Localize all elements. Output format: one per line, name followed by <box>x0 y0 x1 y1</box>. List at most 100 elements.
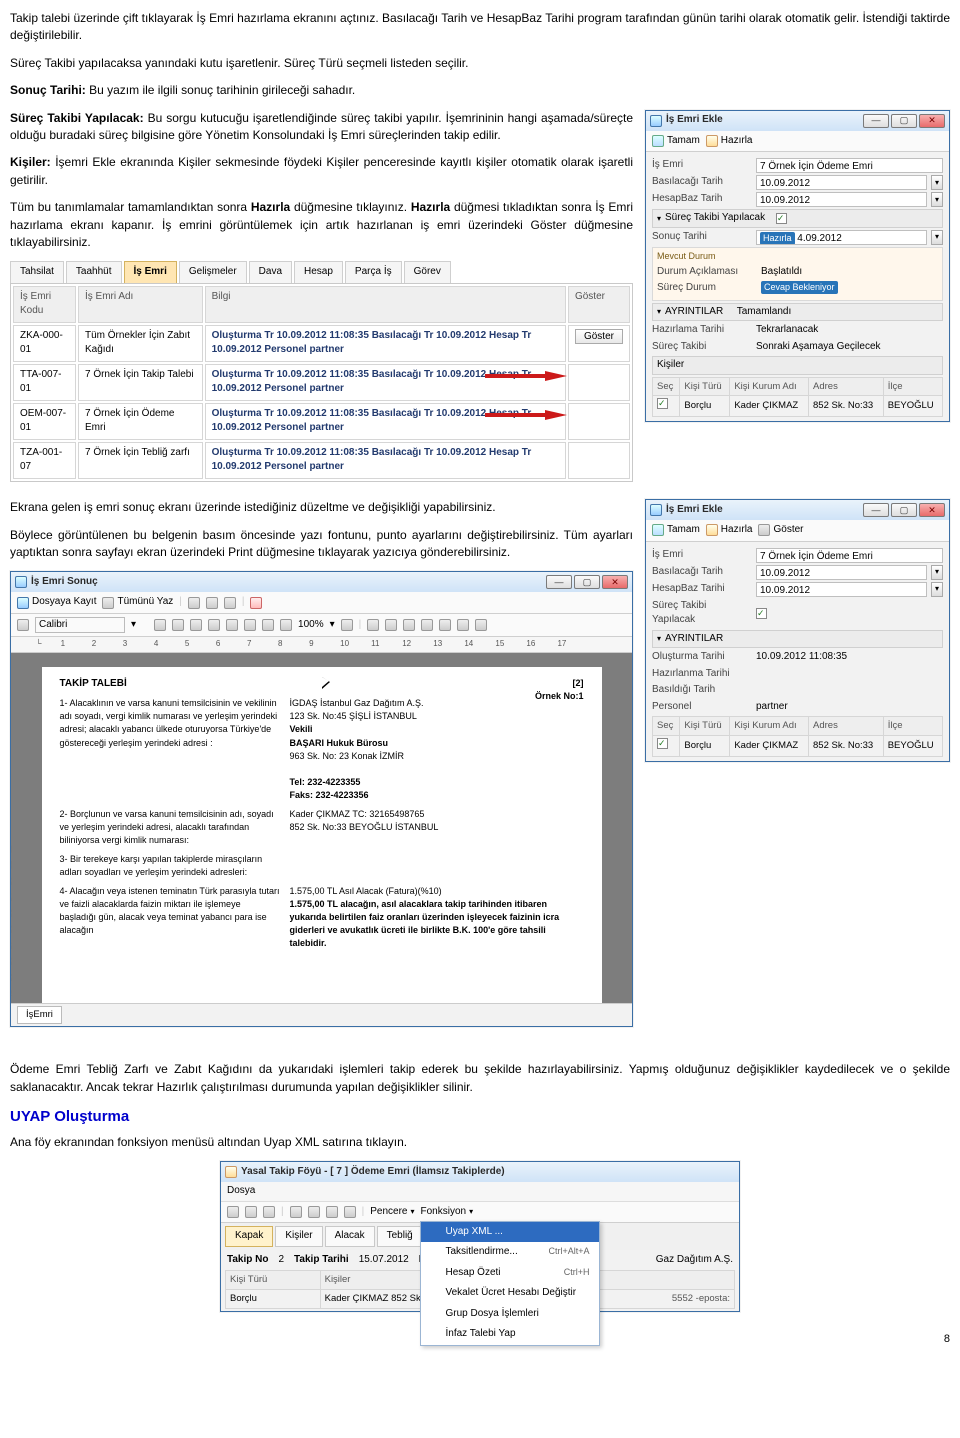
col-bilgi[interactable]: Bilgi <box>205 286 566 323</box>
table-row[interactable]: ZKA-000-01 Tüm Örnekler İçin Zabıt Kağıd… <box>13 325 630 362</box>
toolbar-icon[interactable] <box>206 597 218 609</box>
toolbar-icon[interactable] <box>227 1206 239 1218</box>
menu-item-grup[interactable]: Grup Dosya İşlemleri <box>421 1304 599 1325</box>
tamam-button[interactable]: Tamam <box>652 523 700 538</box>
tab-gelismeler[interactable]: Gelişmeler <box>179 261 247 283</box>
tab-gorev[interactable]: Görev <box>404 261 451 283</box>
menu-item-vekalet[interactable]: Vekalet Ücret Hesabı Değiştir <box>421 1283 599 1304</box>
col-kisituru[interactable]: Kişi Türü <box>680 717 730 736</box>
field-basilacagi[interactable]: 10.09.2012 <box>756 565 927 580</box>
menu-item-uyapxml[interactable]: Uyap XML ... <box>421 1222 599 1243</box>
toolbar-icon[interactable] <box>439 619 451 631</box>
trash-icon[interactable] <box>475 619 487 631</box>
toolbar-icon[interactable] <box>457 619 469 631</box>
align-right-icon[interactable] <box>244 619 256 631</box>
date-dropdown-icon[interactable]: ▾ <box>931 192 943 207</box>
toolbar-icon[interactable] <box>188 597 200 609</box>
row-checkbox[interactable] <box>657 398 668 409</box>
close-button[interactable]: ✕ <box>919 114 945 128</box>
tamam-button[interactable]: Tamam <box>652 134 700 149</box>
tab-hesap[interactable]: Hesap <box>294 261 343 283</box>
pencere-menu[interactable]: Pencere▾ <box>370 1205 414 1220</box>
toolbar-icon[interactable] <box>263 1206 275 1218</box>
pill-kisiler[interactable]: Kişiler <box>275 1226 322 1247</box>
status-isemri[interactable]: İşEmri <box>17 1006 62 1024</box>
minimize-button[interactable]: — <box>863 503 889 517</box>
table-row[interactable]: TTA-007-01 7 Örnek İçin Takip Talebi Olu… <box>13 364 630 401</box>
maximize-button[interactable]: ▢ <box>891 503 917 517</box>
pill-alacak[interactable]: Alacak <box>325 1226 375 1247</box>
row-checkbox[interactable] <box>657 738 668 749</box>
dropdown-icon[interactable]: ▾ <box>131 618 136 633</box>
table-row[interactable]: Borçlu Kader ÇIKMAZ 852 Sk. No:33 BEYOĞL… <box>653 396 943 417</box>
section-kisiler[interactable]: Kişiler <box>652 356 943 375</box>
toolbar-icon[interactable] <box>421 619 433 631</box>
close-icon[interactable] <box>250 597 262 609</box>
col-kurum[interactable]: Kişi Kurum Adı <box>730 717 809 736</box>
tab-isemri[interactable]: İş Emri <box>124 261 177 283</box>
bold-icon[interactable] <box>154 619 166 631</box>
close-button[interactable]: ✕ <box>602 575 628 589</box>
tab-tahsilat[interactable]: Tahsilat <box>10 261 64 283</box>
zoom-out-icon[interactable] <box>280 619 292 631</box>
table-row[interactable]: OEM-007-01 7 Örnek İçin Ödeme Emri Oluşt… <box>13 403 630 440</box>
tab-parcais[interactable]: Parça İş <box>345 261 402 283</box>
italic-icon[interactable] <box>172 619 184 631</box>
section-ayrintilar[interactable]: ▾AYRINTILAR Tamamlandı <box>652 303 943 322</box>
checkbox-surec[interactable] <box>776 213 787 224</box>
col-adres[interactable]: Adres <box>809 717 884 736</box>
tab-dava[interactable]: Dava <box>249 261 292 283</box>
table-row[interactable]: TZA-001-07 7 Örnek İçin Tebliğ zarfı Olu… <box>13 442 630 479</box>
section-ayrintilar[interactable]: ▾AYRINTILAR <box>652 630 943 649</box>
menu-item-infaz[interactable]: İnfaz Talebi Yap <box>421 1324 599 1345</box>
field-isemri[interactable]: 7 Örnek İçin Ödeme Emri <box>756 548 943 563</box>
col-kod[interactable]: İş Emri Kodu <box>13 286 76 323</box>
col-kisituru[interactable]: Kişi Türü <box>680 377 730 396</box>
col-sec[interactable]: Seç <box>653 717 680 736</box>
checkbox-surec[interactable] <box>756 608 767 619</box>
goster-button[interactable]: Göster <box>575 329 623 344</box>
section-surec[interactable]: ▾Süreç Takibi Yapılacak <box>652 209 943 228</box>
toolbar-icon[interactable] <box>262 619 274 631</box>
date-dropdown-icon[interactable]: ▾ <box>931 230 943 245</box>
col-adres[interactable]: Adres <box>809 377 884 396</box>
col-ilce[interactable]: İlçe <box>883 377 942 396</box>
grid-icon[interactable] <box>385 619 397 631</box>
dropdown-icon[interactable]: ▾ <box>330 618 335 633</box>
prev-icon[interactable] <box>308 1206 320 1218</box>
col-sec[interactable]: Seç <box>653 377 680 396</box>
col-kisituru[interactable]: Kişi Türü <box>226 1271 321 1290</box>
col-goster[interactable]: Göster <box>568 286 630 323</box>
field-isemri[interactable]: 7 Örnek İçin Ödeme Emri <box>756 158 943 173</box>
field-basilacagi[interactable]: 10.09.2012 <box>756 175 927 190</box>
first-icon[interactable] <box>290 1206 302 1218</box>
table-row[interactable]: Borçlu Kader ÇIKMAZ 852 Sk. No:33 BEYOĞL… <box>653 735 943 756</box>
menu-item-hesapozeti[interactable]: Hesap ÖzetiCtrl+H <box>421 1263 599 1284</box>
date-dropdown-icon[interactable]: ▾ <box>931 565 943 580</box>
tab-taahhut[interactable]: Taahhüt <box>66 261 122 283</box>
last-icon[interactable] <box>344 1206 356 1218</box>
field-hesapbaz[interactable]: 10.09.2012 <box>756 582 927 597</box>
hazirla-button[interactable]: Hazırla <box>706 134 753 149</box>
underline-icon[interactable] <box>190 619 202 631</box>
close-button[interactable]: ✕ <box>919 503 945 517</box>
toolbar-icon[interactable] <box>245 1206 257 1218</box>
date-dropdown-icon[interactable]: ▾ <box>931 582 943 597</box>
align-left-icon[interactable] <box>208 619 220 631</box>
find-icon[interactable] <box>224 597 236 609</box>
col-kurum[interactable]: Kişi Kurum Adı <box>730 377 809 396</box>
fonksiyon-menu[interactable]: Fonksiyon▾ Uyap XML ... Taksitlendirme..… <box>420 1205 473 1220</box>
goster-button[interactable]: Göster <box>758 523 803 538</box>
dosyaya-kayit-button[interactable]: Dosyaya Kayıt <box>17 595 96 610</box>
col-ilce[interactable]: İlçe <box>883 717 942 736</box>
minimize-button[interactable]: — <box>863 114 889 128</box>
font-select[interactable]: Calibri <box>35 617 125 633</box>
hazirla-button[interactable]: Hazırla <box>706 523 753 538</box>
zoom-in-icon[interactable] <box>341 619 353 631</box>
col-adi[interactable]: İş Emri Adı <box>78 286 203 323</box>
menu-item-taksit[interactable]: Taksitlendirme...Ctrl+Alt+A <box>421 1242 599 1263</box>
minimize-button[interactable]: — <box>546 575 572 589</box>
table-icon[interactable] <box>367 619 379 631</box>
date-dropdown-icon[interactable]: ▾ <box>931 175 943 190</box>
menu-dosya[interactable]: Dosya <box>227 1184 255 1199</box>
